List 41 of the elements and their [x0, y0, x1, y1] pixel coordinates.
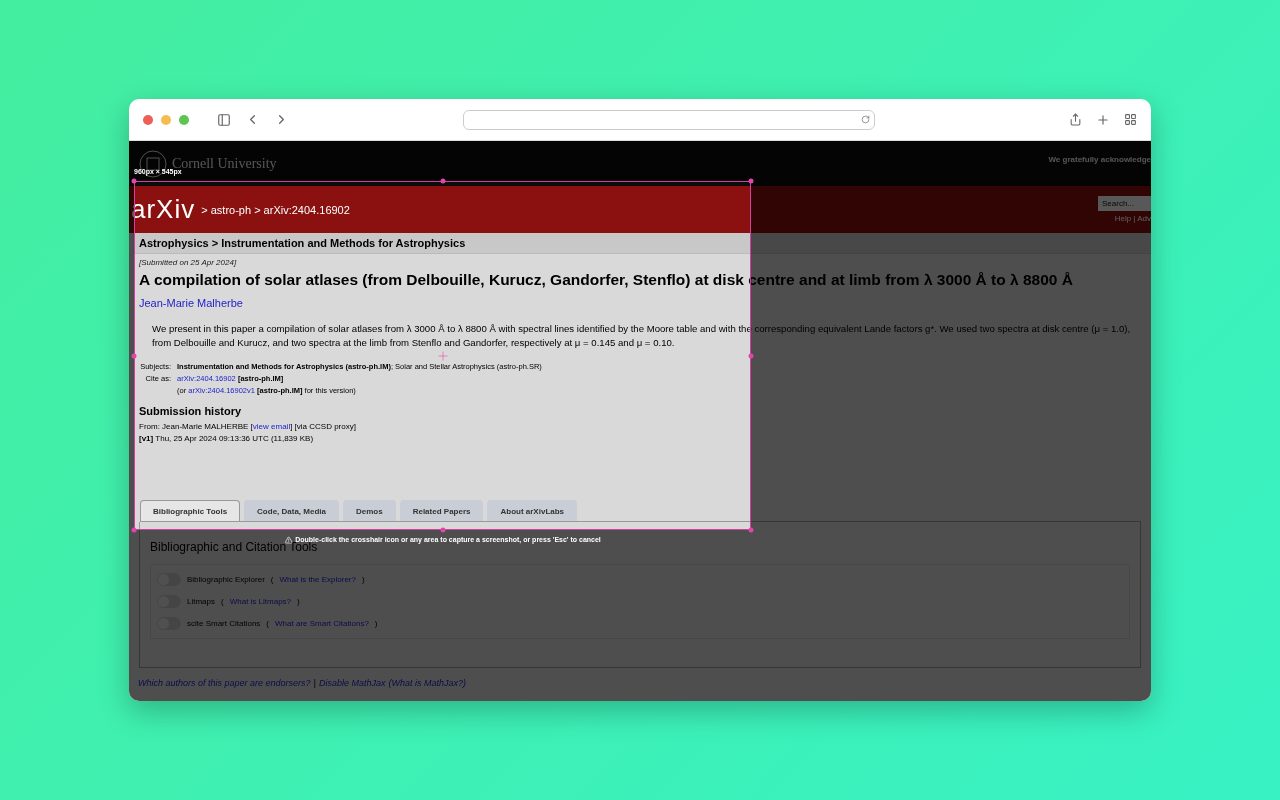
resize-handle[interactable]	[748, 178, 754, 184]
selection-frame[interactable]	[134, 181, 751, 530]
reload-icon[interactable]	[861, 115, 870, 124]
paren-text: )	[374, 619, 378, 628]
resize-handle[interactable]	[748, 527, 754, 533]
search-field[interactable]: Search...	[1098, 196, 1151, 211]
address-field[interactable]	[463, 109, 875, 130]
resize-handle[interactable]	[440, 527, 445, 533]
paren-text: )	[362, 575, 365, 584]
acknowledgement-text: We gratefully acknowledge	[1048, 155, 1151, 164]
tab-overview-icon[interactable]	[1124, 112, 1137, 126]
submitter-line: From: Jean-Marie MALHERBE [view email] [via CCSD proxy]	[139, 421, 356, 433]
paren-text: (	[266, 619, 270, 628]
paren-text: (	[221, 597, 224, 606]
author-link[interactable]: Jean-Marie Malherbe	[139, 297, 243, 309]
version-entry: [v1] Thu, 25 Apr 2024 09:13:36 UTC (11,839 KB)	[139, 433, 314, 445]
breadcrumb: > astro-ph > arXiv:2404.16902	[201, 203, 350, 216]
resize-handle[interactable]	[131, 527, 137, 533]
toggle-label: Litmaps	[187, 597, 215, 606]
toggle-label: Bibliographic Explorer	[187, 575, 265, 584]
section-heading: Submission history	[139, 405, 243, 417]
toggle-label: scite Smart Citations	[187, 619, 261, 628]
resize-handle[interactable]	[440, 178, 445, 184]
tab[interactable]: About arXivLabs	[487, 500, 578, 521]
resize-handle[interactable]	[131, 178, 137, 184]
paren-text: )	[297, 597, 300, 606]
close-button[interactable]	[143, 114, 153, 125]
resize-handle[interactable]	[748, 353, 754, 358]
tab[interactable]: Bibliographic Tools	[140, 500, 241, 521]
submission-date: [Submitted on 25 Apr 2024]	[139, 258, 238, 267]
tab[interactable]: Code, Data, Media	[244, 500, 339, 521]
tab[interactable]: Related Papers	[399, 500, 484, 521]
panel-heading: Bibliographic and Citation Tools	[150, 541, 318, 554]
tab[interactable]: Demos	[343, 500, 396, 521]
subject-heading: Astrophysics > Instrumentation and Methods for Astrophysics	[133, 233, 1151, 254]
share-icon[interactable]	[1069, 112, 1082, 126]
separator: |	[313, 678, 316, 688]
warning-icon	[284, 536, 293, 544]
resize-handle[interactable]	[131, 353, 137, 358]
paren-text: (	[270, 575, 274, 584]
sidebar-icon[interactable]	[217, 112, 231, 127]
